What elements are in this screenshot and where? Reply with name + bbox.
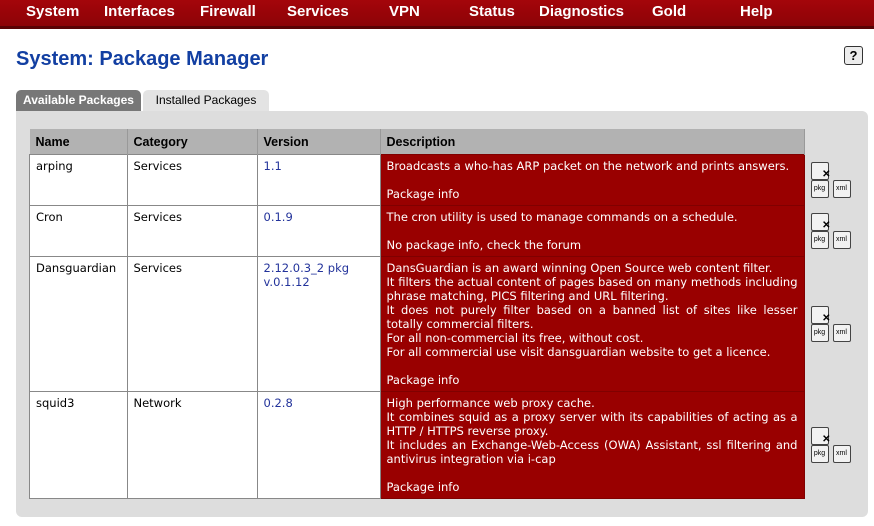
description-line: It combines squid as a proxy server with… (386, 410, 798, 438)
package-description: The cron utility is used to manage comma… (379, 205, 805, 257)
package-category: Services (126, 256, 258, 392)
page-title: System: Package Manager (16, 48, 269, 70)
tab-available-packages[interactable]: Available Packages (16, 90, 141, 111)
nav-interfaces[interactable]: Interfaces (104, 3, 175, 20)
nav-help[interactable]: Help (740, 3, 773, 20)
description-line: Broadcasts a who-has ARP packet on the n… (386, 159, 790, 173)
header-version: Version (257, 129, 381, 155)
nav-firewall[interactable]: Firewall (200, 3, 256, 20)
pkg-icon[interactable]: pkg (810, 231, 829, 249)
nav-vpn[interactable]: VPN (389, 3, 420, 20)
package-name: Dansguardian (29, 256, 128, 392)
pkg-icon[interactable]: pkg (810, 324, 829, 342)
package-info-link[interactable]: Package info (387, 480, 798, 494)
table-row: Cron Services 0.1.9 The cron utility is … (29, 205, 853, 257)
delete-icon[interactable] (810, 427, 831, 448)
version-line: v.0.1.12 (263, 275, 310, 289)
description-line: It filters the actual content of pages b… (386, 275, 798, 303)
package-name: arping (29, 154, 128, 206)
package-info-link[interactable]: Package info (387, 373, 798, 387)
package-category: Services (126, 205, 258, 257)
table-header-row: Name Category Version Description (29, 129, 854, 155)
package-info-link[interactable]: Package info (387, 187, 798, 201)
header-name: Name (29, 129, 128, 155)
nav-gold[interactable]: Gold (652, 3, 686, 20)
xml-icon[interactable]: xml (832, 180, 851, 198)
row-actions: pkg xml (804, 154, 853, 206)
description-line: DansGuardian is an award winning Open So… (386, 261, 773, 275)
package-category: Network (126, 391, 258, 499)
packages-table: Name Category Version Description arping… (29, 129, 854, 499)
xml-icon[interactable]: xml (832, 445, 851, 463)
delete-icon[interactable] (810, 213, 831, 234)
tab-installed-packages[interactable]: Installed Packages (143, 90, 269, 111)
package-info-link[interactable]: No package info, check the forum (387, 238, 798, 252)
top-navigation-bar: System Interfaces Firewall Services VPN … (0, 0, 874, 29)
version-line: 0.2.8 (263, 396, 293, 410)
header-description: Description (380, 129, 805, 155)
nav-services[interactable]: Services (287, 3, 349, 20)
package-description: Broadcasts a who-has ARP packet on the n… (379, 154, 805, 206)
xml-icon[interactable]: xml (832, 231, 851, 249)
package-description: DansGuardian is an award winning Open So… (379, 256, 805, 392)
row-actions: pkg xml (804, 256, 853, 392)
description-line: High performance web proxy cache. (386, 396, 595, 410)
table-row: squid3 Network 0.2.8 High performance we… (29, 391, 853, 499)
package-description: High performance web proxy cache. It com… (379, 391, 805, 499)
version-line: 0.1.9 (263, 210, 293, 224)
version-line: 1.1 (263, 159, 282, 173)
package-name: Cron (29, 205, 128, 257)
description-line: For all non-commercial its free, without… (386, 331, 644, 345)
nav-system[interactable]: System (26, 3, 79, 20)
package-version: 0.1.9 (256, 205, 381, 257)
package-version: 2.12.0.3_2 pkg v.0.1.12 (256, 256, 381, 392)
version-line: 2.12.0.3_2 pkg (263, 261, 350, 275)
package-category: Services (126, 154, 258, 206)
row-actions: pkg xml (804, 391, 853, 499)
description-line: It includes an Exchange-Web-Access (OWA)… (386, 438, 798, 466)
description-line: For all commercial use visit dansguardia… (386, 345, 771, 359)
pkg-icon[interactable]: pkg (810, 180, 829, 198)
description-line: The cron utility is used to manage comma… (386, 210, 738, 224)
table-row: Dansguardian Services 2.12.0.3_2 pkg v.0… (29, 256, 853, 392)
xml-icon[interactable]: xml (832, 324, 851, 342)
help-icon[interactable]: ? (844, 46, 863, 65)
nav-status[interactable]: Status (469, 3, 515, 20)
nav-diagnostics[interactable]: Diagnostics (539, 3, 624, 20)
package-name: squid3 (29, 391, 128, 499)
row-actions: pkg xml (804, 205, 853, 257)
table-row: arping Services 1.1 Broadcasts a who-has… (29, 154, 853, 206)
pkg-icon[interactable]: pkg (810, 445, 829, 463)
delete-icon[interactable] (810, 162, 831, 183)
package-version: 0.2.8 (256, 391, 381, 499)
delete-icon[interactable] (810, 306, 831, 327)
header-category: Category (127, 129, 258, 155)
package-version: 1.1 (256, 154, 381, 206)
description-line: It does not purely filter based on a ban… (386, 303, 798, 331)
